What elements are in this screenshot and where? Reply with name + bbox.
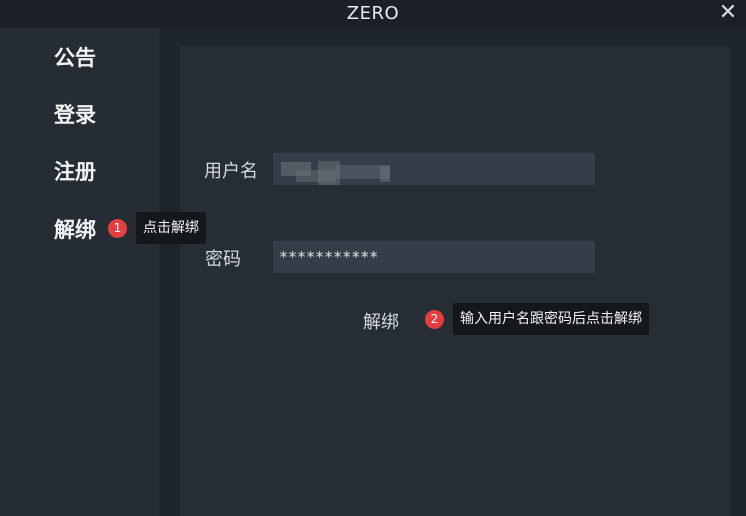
sidebar-item-register[interactable]: 注册 xyxy=(54,156,96,186)
unbind-panel xyxy=(180,46,730,516)
username-blur xyxy=(380,166,390,182)
sidebar: 公告 登录 注册 解绑 xyxy=(0,28,159,516)
title-bar: ZERO ✕ xyxy=(0,0,746,28)
step-tip-1: 点击解绑 xyxy=(136,212,206,244)
window-title: ZERO xyxy=(346,3,400,24)
username-label: 用户名 xyxy=(204,161,258,182)
password-label: 密码 xyxy=(205,249,241,270)
sidebar-item-announcement[interactable]: 公告 xyxy=(54,42,96,72)
sidebar-item-unbind[interactable]: 解绑 xyxy=(54,214,96,244)
step-badge-1: 1 xyxy=(108,219,127,238)
password-field[interactable] xyxy=(273,241,595,273)
step-badge-2: 2 xyxy=(425,310,444,329)
unbind-button[interactable]: 解绑 xyxy=(363,308,399,334)
sidebar-item-login[interactable]: 登录 xyxy=(54,99,96,129)
step-tip-2: 输入用户名跟密码后点击解绑 xyxy=(453,303,649,335)
close-icon[interactable]: ✕ xyxy=(716,0,740,26)
